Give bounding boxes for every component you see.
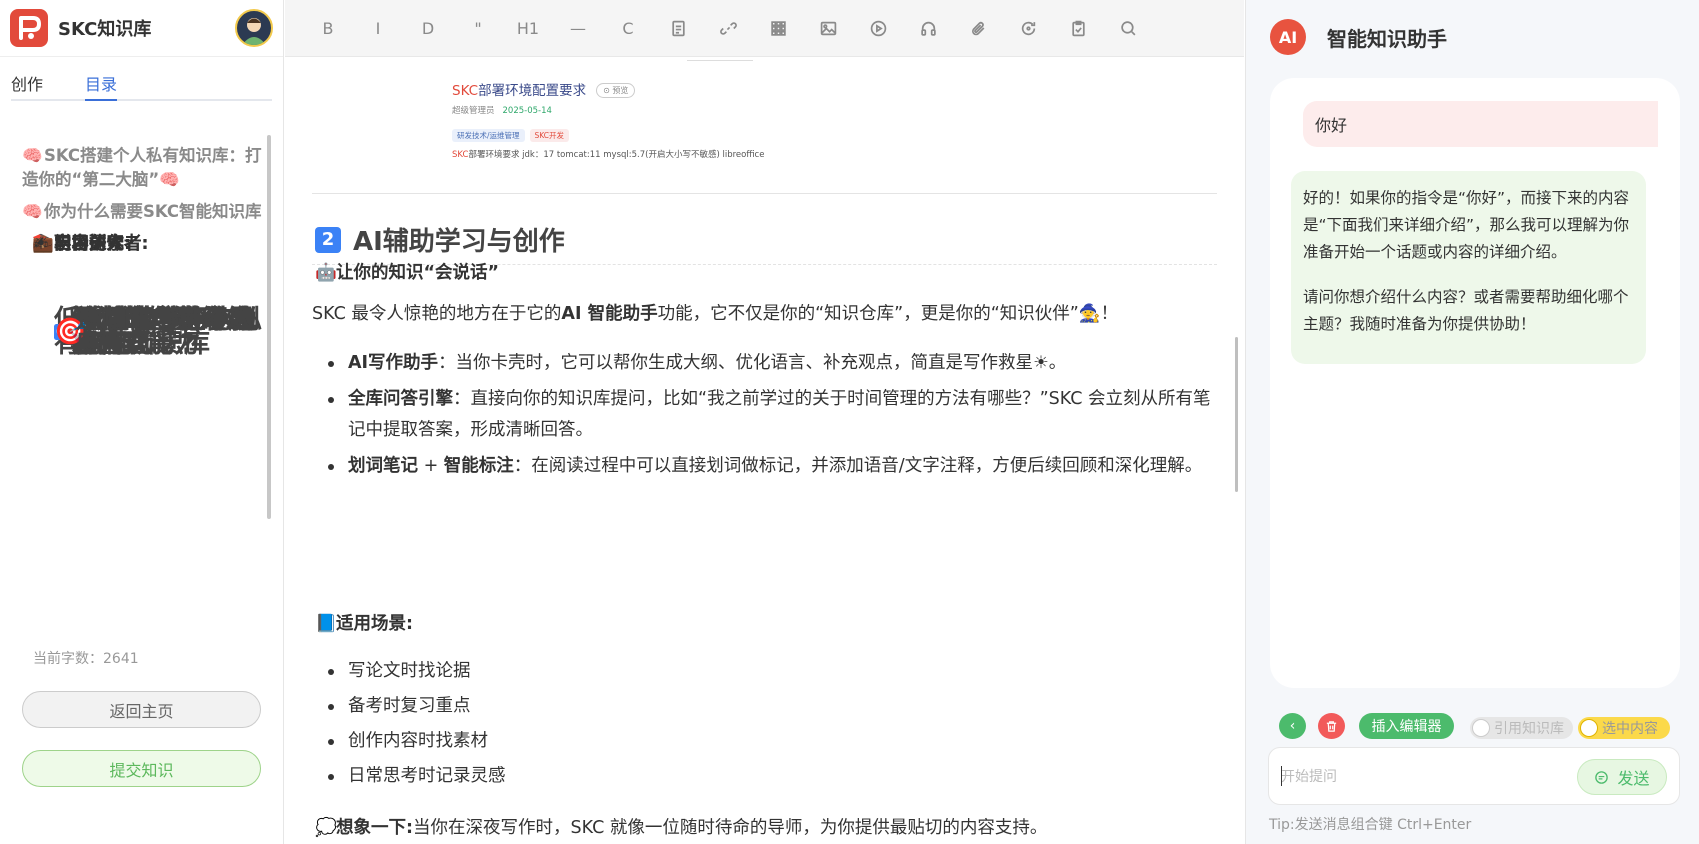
search-icon[interactable] — [1103, 10, 1153, 46]
back-button[interactable]: ‹ — [1279, 713, 1306, 739]
list-item: AI写作助手：当你卡壳时，它可以帮你生成大纲、优化语言、补充观点，简直是写作救星… — [312, 348, 1212, 379]
insert-editor-button[interactable]: 插入编辑器 — [1359, 713, 1454, 739]
brand-header: SKC知识库 — [0, 0, 283, 57]
tab-toc[interactable]: 目录 — [85, 71, 118, 101]
toggle-knob — [1580, 719, 1598, 737]
reference-kb-toggle[interactable]: 引用知识库 — [1470, 717, 1573, 739]
target-icon: 🎯 — [54, 317, 87, 347]
left-sidebar: SKC知识库 创作 目录 🧠SKC搭建个人私有知识库：打造你的“第二大脑”🧠 低… — [0, 0, 284, 844]
clipboard-icon[interactable] — [1053, 10, 1103, 46]
brain-icon: 🧠 — [22, 202, 43, 221]
selected-content-toggle[interactable]: 选中内容 — [1578, 717, 1670, 739]
list-item: 创作内容时找素材 — [312, 726, 1212, 757]
toggle-knob — [1472, 719, 1490, 737]
thought-bubble-icon: 💭 — [315, 818, 337, 838]
ai-badge-icon: AI — [1270, 19, 1306, 55]
embed-meta: 超级管理员 2025-05-14 — [452, 106, 552, 116]
video-icon[interactable] — [853, 10, 903, 46]
table-icon[interactable] — [753, 10, 803, 46]
imagine-paragraph: 💭想象一下:当你在深夜写作时，SKC 就像一位随时待命的导师，为你提供最贴切的内… — [315, 814, 1225, 842]
scene-list: 写论文时找论据 备考时复习重点 创作内容时找素材 日常思考时记录灵感 — [312, 656, 1212, 796]
toc-list: 🧠SKC搭建个人私有知识库：打造你的“第二大脑”🧠 低成本构建个人私有智能知识库… — [0, 140, 272, 520]
editor-scrollbar[interactable] — [1235, 337, 1238, 492]
back-home-button[interactable]: 返回主页 — [22, 691, 261, 728]
robot-icon: 🤖 — [315, 263, 337, 283]
feature-list: AI写作助手：当你卡壳时，它可以帮你生成大纲、优化语言、补充观点，简直是写作救星… — [312, 348, 1212, 487]
trash-icon — [1326, 720, 1337, 732]
chat-area: 你好 好的！如果你的指令是“你好”，而接下来的内容是“下面我们来详细介绍”，那么… — [1270, 78, 1680, 688]
text-caret — [1281, 766, 1282, 786]
refresh-icon[interactable] — [1003, 10, 1053, 46]
bold-button[interactable]: B — [303, 10, 353, 46]
editor-content[interactable]: SKC部署环境配置要求 ⊙ 预览 超级管理员 2025-05-14 研发技术/运维管… — [285, 57, 1244, 844]
embed-tags: 研发技术/运维管理 SKC开发 — [452, 123, 574, 142]
chat-input-box: 发送 — [1268, 747, 1680, 805]
send-button[interactable]: 发送 — [1577, 759, 1667, 795]
embedded-card[interactable]: SKC部署环境配置要求 ⊙ 预览 超级管理员 2025-05-14 研发技术/运维管… — [452, 57, 872, 187]
italic-button[interactable]: I — [353, 10, 403, 46]
delete-button[interactable] — [1318, 713, 1345, 739]
list-item: 备考时复习重点 — [312, 691, 1212, 722]
audio-icon[interactable] — [903, 10, 953, 46]
chat-bubble-icon — [1595, 770, 1609, 784]
list-item: 日常思考时记录灵感 — [312, 761, 1212, 792]
intro-paragraph: SKC 最令人惊艳的地方在于它的AI 智能助手功能，它不仅是你的“知识仓库”，更… — [312, 304, 1119, 324]
ai-header: AI 智能知识助手 — [1270, 19, 1447, 55]
tab-create[interactable]: 创作 — [11, 71, 43, 101]
logo-icon[interactable] — [10, 9, 48, 47]
chat-input[interactable] — [1281, 766, 1541, 788]
user-message: 你好 — [1303, 101, 1658, 147]
subheading-talk: 🤖让你的知识“会说话” — [315, 263, 500, 283]
number-2-icon: 2 — [315, 226, 341, 253]
toc-item[interactable]: 🧠SKC搭建个人私有知识库：打造你的“第二大脑”🧠 — [0, 140, 272, 196]
brain-icon: 🧠 — [22, 146, 43, 165]
ai-title: 智能知识助手 — [1327, 26, 1447, 51]
brand-name: SKC知识库 — [58, 19, 152, 40]
sun-icon: ☀ — [33, 234, 49, 254]
sun-icon: ☀ — [1033, 353, 1049, 373]
avatar[interactable] — [235, 9, 273, 47]
list-item: 划词笔记 + 智能标注：在阅读过程中可以直接划词做标记，并添加语音/文字注释，方… — [312, 451, 1212, 482]
submit-knowledge-button[interactable]: 提交知识 — [22, 750, 261, 787]
document-icon[interactable] — [653, 10, 703, 46]
ai-message: 好的！如果你的指令是“你好”，而接下来的内容是“下面我们来详细介绍”，那么我可以… — [1291, 171, 1646, 364]
word-count: 当前字数：2641 — [33, 651, 139, 667]
subheading-scenes: 📘适用场景: — [315, 614, 413, 634]
strikethrough-button[interactable]: D — [403, 10, 453, 46]
embed-requirements: SKC部署环境要求 jdk：17 tomcat:11 mysql:5.7(开启大… — [452, 150, 765, 160]
editor: B I D " H1 — C SKC部署环境配置要求 ⊙ 预览 超级管理员 2025… — [285, 0, 1244, 844]
list-item: 写论文时找论据 — [312, 656, 1212, 687]
attachment-icon[interactable] — [953, 10, 1003, 46]
wizard-icon: 🧙 — [1078, 304, 1101, 324]
shortcut-tip: Tip:发送消息组合键 Ctrl+Enter — [1269, 817, 1472, 833]
embed-title: SKC部署环境配置要求 ⊙ 预览 — [452, 79, 636, 99]
section-divider — [312, 193, 1217, 194]
list-item: 全库问答引擎：直接向你的知识库提问，比如“我之前学过的关于时间管理的方法有哪些？… — [312, 384, 1212, 446]
link-icon[interactable] — [703, 10, 753, 46]
toc-item[interactable]: 🎯 适用于哪些个人应用场景? — [30, 304, 272, 360]
toc-item[interactable]: 🧠你为什么需要SKC智能知识库 — [0, 196, 272, 228]
heading-button[interactable]: H1 — [503, 10, 553, 46]
horizontal-rule-button[interactable]: — — [553, 10, 603, 46]
section-heading: 2 AI辅助学习与创作 — [315, 221, 565, 258]
quote-button[interactable]: " — [453, 10, 503, 46]
editor-toolbar: B I D " H1 — C — [285, 0, 1244, 57]
image-icon[interactable] — [803, 10, 853, 46]
sidebar-tabs: 创作 目录 — [11, 71, 272, 101]
brain-icon: 🧠 — [159, 170, 180, 189]
embed-divider — [687, 57, 753, 61]
preview-badge: ⊙ 预览 — [596, 83, 636, 98]
code-button[interactable]: C — [603, 10, 653, 46]
toc-scrollbar[interactable] — [267, 135, 271, 519]
toc-item[interactable]: ☀ 自由探索者: — [0, 228, 159, 260]
blue-book-icon: 📘 — [315, 614, 337, 634]
ai-assistant-panel: AI 智能知识助手 你好 好的！如果你的指令是“你好”，而接下来的内容是“下面我… — [1245, 0, 1699, 844]
